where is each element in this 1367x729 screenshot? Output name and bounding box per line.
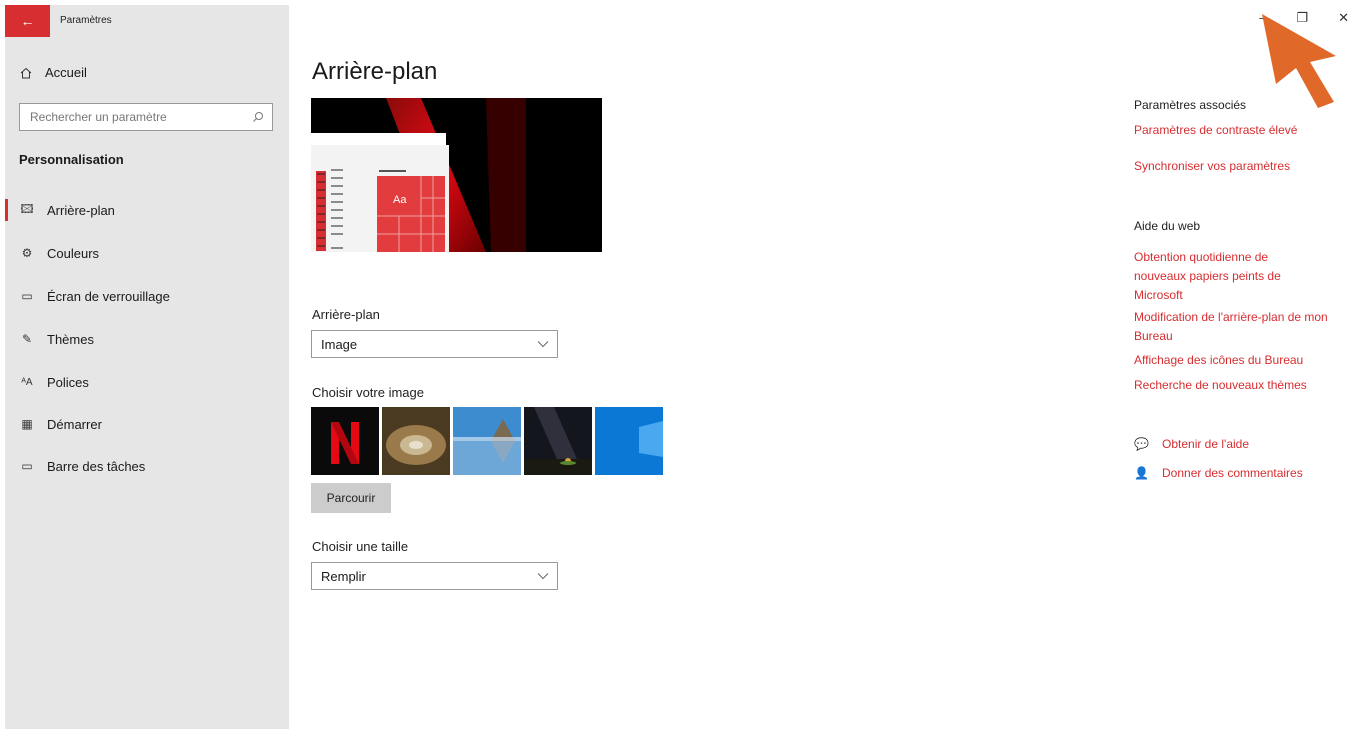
section-title: Personnalisation — [19, 152, 124, 167]
link-daily-wallpapers[interactable]: Obtention quotidienne de nouveaux papier… — [1134, 248, 1319, 305]
palette-icon: ⚙ — [21, 246, 33, 260]
background-preview: Aa — [311, 98, 602, 252]
thumbnail-night-sky[interactable] — [524, 407, 592, 475]
sidebar-item-start[interactable]: ▦ Démarrer — [19, 413, 102, 435]
sidebar-item-label: Arrière-plan — [47, 202, 115, 218]
back-button[interactable]: ← — [5, 5, 50, 37]
home-icon — [20, 67, 32, 78]
background-type-select[interactable]: Image — [311, 330, 558, 358]
size-select[interactable]: Remplir — [311, 562, 558, 590]
chat-help-icon: 💬 — [1134, 437, 1149, 451]
link-sync-settings[interactable]: Synchroniser vos paramètres — [1134, 157, 1334, 176]
chevron-down-icon — [537, 573, 549, 580]
sidebar-item-label: Thèmes — [47, 331, 94, 347]
lockscreen-icon: ▭ — [21, 289, 33, 303]
related-settings-title: Paramètres associés — [1134, 98, 1247, 112]
taskbar-icon: ▭ — [21, 459, 33, 473]
link-desktop-icons[interactable]: Affichage des icônes du Bureau — [1134, 351, 1334, 370]
web-help-title: Aide du web — [1134, 219, 1201, 233]
active-indicator — [5, 199, 8, 221]
sidebar-item-lockscreen[interactable]: ▭ Écran de verrouillage — [19, 285, 170, 307]
sidebar: ← Paramètres Accueil Rechercher un param… — [5, 5, 289, 729]
picture-icon: 🖾 — [20, 201, 34, 216]
app-title: Paramètres — [60, 15, 112, 26]
sidebar-item-taskbar[interactable]: ▭ Barre des tâches — [19, 455, 145, 477]
feedback-link[interactable]: 👤 Donner des commentaires — [1134, 466, 1303, 480]
get-help-link[interactable]: 💬 Obtenir de l'aide — [1134, 437, 1249, 451]
browse-button[interactable]: Parcourir — [311, 483, 391, 513]
sidebar-item-label: Barre des tâches — [47, 458, 146, 474]
size-value: Remplir — [321, 568, 366, 584]
thumbnail-waterfall[interactable] — [382, 407, 450, 475]
search-icon — [253, 112, 263, 122]
home-link[interactable]: Accueil — [19, 65, 87, 80]
search-input[interactable]: Rechercher un paramètre — [19, 103, 273, 131]
sidebar-item-themes[interactable]: ✎ Thèmes — [19, 328, 94, 350]
search-placeholder: Rechercher un paramètre — [30, 110, 167, 124]
sidebar-item-label: Écran de verrouillage — [47, 288, 170, 304]
themes-icon: ✎ — [21, 332, 33, 346]
sidebar-item-label: Polices — [47, 374, 89, 390]
sidebar-item-colors[interactable]: ⚙ Couleurs — [19, 242, 99, 264]
sidebar-item-fonts[interactable]: ᴬA Polices — [19, 371, 89, 393]
image-thumbnails — [311, 407, 663, 475]
link-high-contrast[interactable]: Paramètres de contraste élevé — [1134, 121, 1334, 140]
page-title: Arrière-plan — [312, 58, 438, 85]
link-change-background[interactable]: Modification de l'arrière-plan de mon Bu… — [1134, 308, 1334, 346]
link-new-themes[interactable]: Recherche de nouveaux thèmes — [1134, 376, 1334, 395]
choose-image-label: Choisir votre image — [312, 385, 424, 400]
thumbnail-windows[interactable] — [595, 407, 663, 475]
preview-graphic — [311, 98, 602, 252]
sidebar-item-label: Démarrer — [47, 416, 102, 432]
preview-tile-text: Aa — [393, 194, 407, 206]
chevron-down-icon — [537, 341, 549, 348]
feedback-label: Donner des commentaires — [1162, 466, 1303, 480]
back-arrow-icon: ← — [20, 13, 35, 29]
feedback-icon: 👤 — [1134, 466, 1149, 480]
size-label: Choisir une taille — [312, 539, 409, 554]
start-icon: ▦ — [21, 417, 33, 431]
background-label: Arrière-plan — [312, 307, 380, 322]
background-type-value: Image — [321, 336, 358, 352]
thumbnail-netflix[interactable] — [311, 407, 379, 475]
sidebar-item-background[interactable]: 🖾 Arrière-plan — [19, 199, 115, 221]
thumbnail-beach[interactable] — [453, 407, 521, 475]
get-help-label: Obtenir de l'aide — [1162, 437, 1250, 451]
sidebar-item-label: Couleurs — [47, 245, 100, 261]
home-label: Accueil — [45, 65, 87, 80]
fonts-icon: ᴬA — [21, 376, 33, 388]
pointer-arrow-icon — [1262, 14, 1336, 108]
